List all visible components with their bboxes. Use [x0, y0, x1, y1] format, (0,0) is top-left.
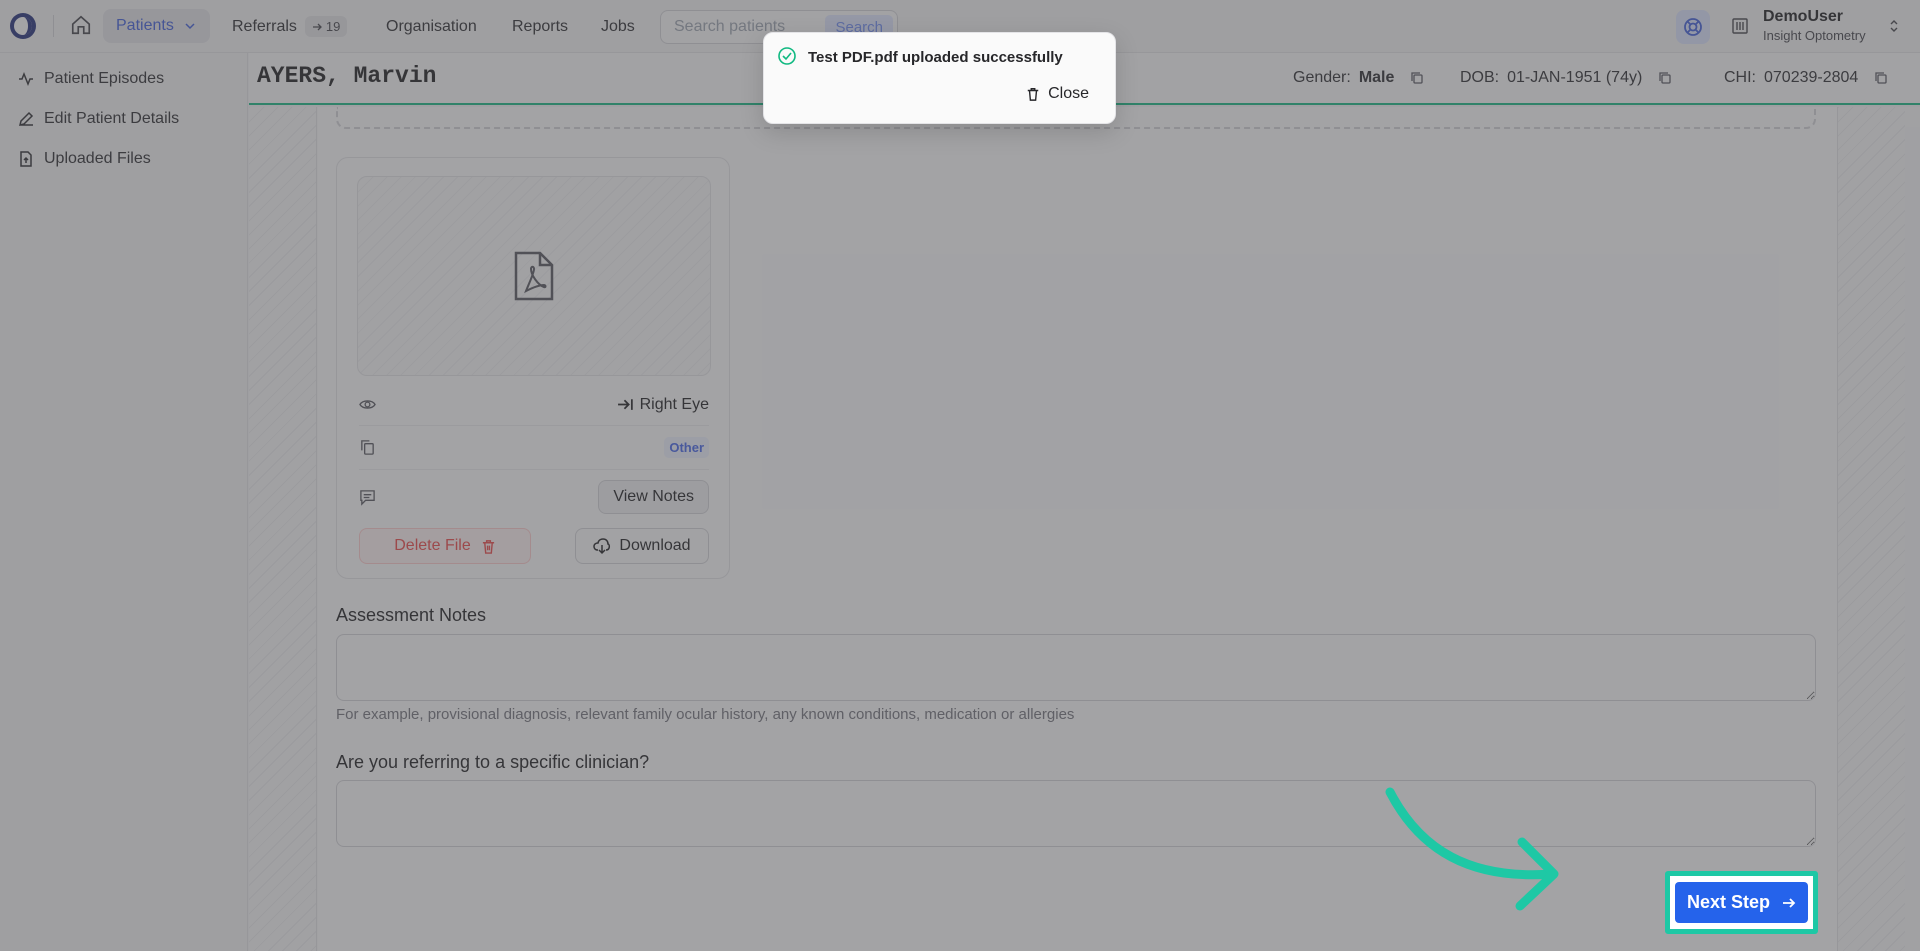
- sidebar-item-uploaded-files[interactable]: Uploaded Files: [18, 147, 151, 171]
- nav-referrals-label: Referrals: [232, 17, 297, 35]
- referrals-count: 19: [325, 19, 341, 34]
- trash-icon: [482, 539, 494, 554]
- nav-jobs[interactable]: Jobs: [601, 0, 635, 53]
- copy-icon[interactable]: [1874, 71, 1888, 85]
- nav-reports-label: Reports: [512, 17, 569, 35]
- nav-jobs-label: Jobs: [601, 17, 635, 35]
- app-logo-icon[interactable]: [9, 12, 37, 40]
- nav-organisation[interactable]: Organisation: [386, 0, 477, 53]
- assessment-notes-label: Assessment Notes: [336, 605, 487, 625]
- hatch-margin-right: [1837, 107, 1905, 951]
- lifebuoy-icon: [1684, 18, 1702, 36]
- toast-close-button[interactable]: Close: [1026, 85, 1089, 103]
- chi-value: 070239-2804: [1764, 69, 1859, 86]
- file-eye-row: Right Eye: [359, 384, 709, 426]
- next-step-label: Next Step: [1686, 892, 1771, 912]
- delete-file-label: Delete File: [394, 537, 471, 554]
- cloud-download-icon: [593, 538, 611, 555]
- hatch-margin-left: [249, 107, 317, 951]
- gender-label: Gender:: [1293, 69, 1351, 86]
- nav-organisation-label: Organisation: [386, 17, 477, 35]
- sidebar-item-label: Patient Episodes: [44, 70, 165, 87]
- nav-divider: [53, 15, 54, 37]
- assessment-notes-textarea[interactable]: [336, 634, 1816, 701]
- clinician-label: Are you referring to a specific clinicia…: [336, 752, 650, 772]
- message-square-icon: [360, 489, 375, 506]
- nav-reports[interactable]: Reports: [512, 0, 568, 53]
- delete-file-button[interactable]: Delete File: [359, 528, 531, 564]
- sidebar-item-patient-episodes[interactable]: Patient Episodes: [18, 67, 164, 91]
- dob-label: DOB:: [1460, 69, 1500, 86]
- pdf-file-icon: [514, 251, 554, 301]
- user-organisation[interactable]: Insight Optometry: [1763, 28, 1866, 43]
- toast-close-label: Close: [1048, 85, 1089, 102]
- nav-patients-label: Patients: [116, 17, 174, 34]
- guide-arrow-icon: [1385, 787, 1559, 911]
- arrow-right-icon: [312, 23, 322, 30]
- user-name[interactable]: DemoUser: [1763, 8, 1843, 26]
- sidebar-item-label: Edit Patient Details: [44, 110, 180, 127]
- download-label: Download: [619, 537, 691, 554]
- home-icon[interactable]: [70, 14, 92, 36]
- chevron-down-icon: [185, 23, 195, 30]
- sidebar-item-label: Uploaded Files: [44, 150, 151, 167]
- trash-icon: [1027, 88, 1039, 101]
- copy-icon[interactable]: [1410, 71, 1424, 85]
- next-step-highlight: Next Step: [1665, 871, 1818, 934]
- building-icon: [1732, 18, 1748, 34]
- patient-dob: DOB: 01-JAN-1951 (74y): [1460, 69, 1672, 87]
- copy-icon[interactable]: [1658, 71, 1672, 85]
- patient-gender: Gender: Male: [1293, 69, 1424, 87]
- sidebar-item-edit-patient[interactable]: Edit Patient Details: [18, 107, 179, 131]
- file-type-row: Other: [359, 426, 709, 470]
- arrow-right-to-line-icon: [617, 399, 633, 410]
- assessment-notes-help: For example, provisional diagnosis, rele…: [336, 706, 1075, 723]
- patient-chi: CHI: 070239-2804: [1724, 69, 1888, 87]
- file-upload-icon: [20, 151, 32, 167]
- gender-value: Male: [1358, 69, 1395, 86]
- download-button[interactable]: Download: [575, 528, 709, 564]
- eye-icon: [359, 400, 376, 409]
- clinician-textarea[interactable]: [336, 780, 1816, 847]
- pencil-icon: [18, 111, 34, 127]
- help-button[interactable]: [1676, 10, 1710, 44]
- file-preview[interactable]: [357, 176, 711, 376]
- file-notes-row: View Notes: [359, 470, 709, 524]
- nav-referrals[interactable]: Referrals 19: [232, 0, 348, 53]
- arrow-right-icon: [1783, 897, 1796, 908]
- view-notes-button[interactable]: View Notes: [598, 480, 709, 514]
- copy-icon: [361, 440, 374, 455]
- next-step-button[interactable]: Next Step: [1675, 882, 1808, 923]
- check-circle-icon: [778, 47, 796, 65]
- activity-icon: [19, 71, 33, 87]
- file-eye-label: Right Eye: [617, 396, 709, 414]
- nav-patients[interactable]: Patients: [103, 9, 210, 43]
- sidebar: Patient Episodes Edit Patient Details Up…: [0, 53, 248, 951]
- chi-label: CHI:: [1724, 69, 1756, 86]
- referrals-count-badge: 19: [304, 16, 348, 37]
- file-type-tag: Other: [664, 437, 709, 458]
- chevron-up-down-icon[interactable]: [1888, 18, 1900, 34]
- toast-message: Test PDF.pdf uploaded successfully: [808, 49, 1063, 66]
- upload-success-toast: Test PDF.pdf uploaded successfully Close: [763, 32, 1116, 124]
- uploaded-file-card: Right Eye Other View Notes Delete File D…: [336, 157, 730, 579]
- patient-name: AYERS, Marvin: [257, 63, 437, 89]
- dob-value: 01-JAN-1951 (74y): [1507, 69, 1643, 86]
- file-eye-value: Right Eye: [639, 395, 709, 413]
